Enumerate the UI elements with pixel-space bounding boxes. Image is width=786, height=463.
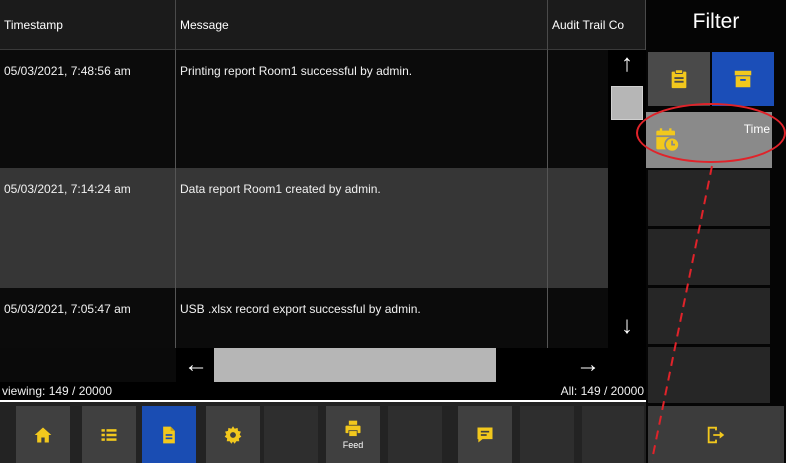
empty-slot bbox=[388, 406, 442, 463]
table-row[interactable]: 05/03/2021, 7:05:47 am USB .xlsx record … bbox=[0, 288, 608, 348]
table-header: Timestamp Message Audit Trail Co bbox=[0, 0, 646, 50]
comment-icon bbox=[477, 427, 493, 442]
archive-icon bbox=[734, 70, 752, 88]
list-icon bbox=[101, 428, 117, 441]
exit-button[interactable] bbox=[648, 406, 784, 463]
settings-button[interactable] bbox=[206, 406, 260, 463]
empty-filter-slot bbox=[648, 170, 770, 226]
timestamp-cell: 05/03/2021, 7:05:47 am bbox=[0, 288, 176, 348]
home-icon bbox=[34, 427, 52, 442]
clipboard-icon bbox=[671, 69, 687, 89]
status-bar: viewing: 149 / 20000 All: 149 / 20000 bbox=[0, 382, 646, 400]
audit-trail-table: Timestamp Message Audit Trail Co 05/03/2… bbox=[0, 0, 646, 400]
scroll-left-arrow-icon[interactable]: ← bbox=[184, 350, 208, 380]
message-cell: Printing report Room1 successful by admi… bbox=[176, 50, 548, 168]
empty-filter-slot bbox=[648, 229, 770, 285]
audit-cell bbox=[548, 288, 608, 348]
empty-slot bbox=[582, 406, 644, 463]
printer-icon bbox=[345, 420, 361, 437]
table-row[interactable]: 05/03/2021, 7:14:24 am Data report Room1… bbox=[0, 168, 608, 288]
message-cell: Data report Room1 created by admin. bbox=[176, 168, 548, 288]
time-filter-label: Time bbox=[743, 122, 770, 136]
vertical-scrollbar[interactable]: ↑ ↓ bbox=[608, 50, 646, 350]
message-cell: USB .xlsx record export successful by ad… bbox=[176, 288, 548, 348]
exit-icon bbox=[707, 426, 725, 443]
column-header-audit-trail[interactable]: Audit Trail Co bbox=[548, 0, 646, 50]
document-icon bbox=[163, 426, 175, 443]
comment-button[interactable] bbox=[458, 406, 512, 463]
empty-filter-slot bbox=[648, 347, 770, 403]
empty-slot bbox=[520, 406, 574, 463]
timestamp-cell: 05/03/2021, 7:48:56 am bbox=[0, 50, 176, 168]
filter-title: Filter bbox=[692, 10, 740, 33]
audit-cell bbox=[548, 168, 608, 288]
scroll-down-arrow-icon[interactable]: ↓ bbox=[608, 312, 646, 340]
filter-sidebar: Filter Time bbox=[646, 0, 786, 463]
scroll-up-arrow-icon[interactable]: ↑ bbox=[608, 50, 646, 78]
gear-icon bbox=[224, 425, 242, 444]
calendar-clock-icon bbox=[656, 128, 680, 153]
clipboard-filter-button[interactable] bbox=[648, 52, 710, 106]
all-count: All: 149 / 20000 bbox=[560, 384, 644, 398]
horizontal-scroll-thumb[interactable] bbox=[214, 348, 496, 382]
home-button[interactable] bbox=[16, 406, 70, 463]
archive-filter-button[interactable] bbox=[712, 52, 774, 106]
column-header-timestamp[interactable]: Timestamp bbox=[0, 0, 176, 50]
list-button[interactable] bbox=[82, 406, 136, 463]
vertical-scroll-thumb[interactable] bbox=[611, 86, 643, 120]
horizontal-scrollbar[interactable]: ← → bbox=[176, 348, 646, 382]
timestamp-cell: 05/03/2021, 7:14:24 am bbox=[0, 168, 176, 288]
column-header-message[interactable]: Message bbox=[176, 0, 548, 50]
scroll-right-arrow-icon[interactable]: → bbox=[576, 350, 600, 380]
time-filter-button[interactable]: Time bbox=[646, 112, 772, 168]
feed-label: Feed bbox=[342, 440, 364, 450]
bottom-nav-bar: Feed bbox=[0, 402, 646, 463]
audit-cell bbox=[548, 50, 608, 168]
document-button[interactable] bbox=[142, 406, 196, 463]
viewing-count: viewing: 149 / 20000 bbox=[2, 384, 113, 398]
feed-button[interactable]: Feed bbox=[326, 406, 380, 463]
empty-slot bbox=[264, 406, 318, 463]
empty-filter-slot bbox=[648, 288, 770, 344]
table-row[interactable]: 05/03/2021, 7:48:56 am Printing report R… bbox=[0, 50, 608, 168]
